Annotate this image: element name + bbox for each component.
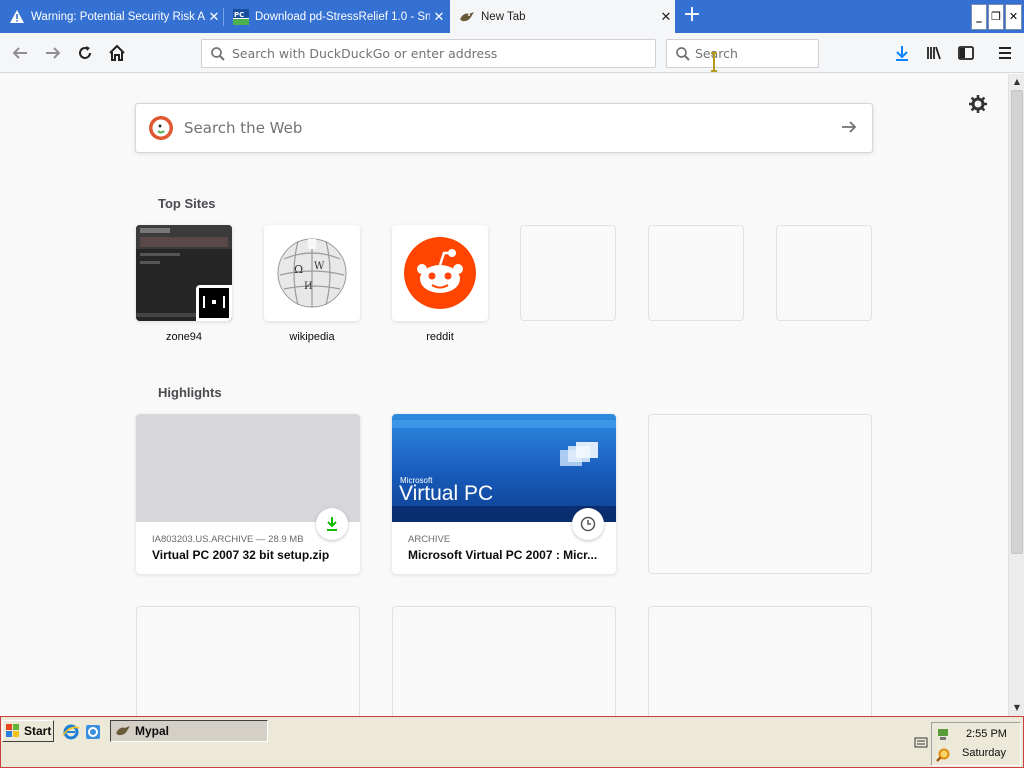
windows-taskbar: Start Mypal 2:55 PM Saturday bbox=[0, 716, 1024, 768]
search-icon bbox=[210, 46, 226, 62]
svg-text:Ω: Ω bbox=[294, 263, 303, 276]
restore-window-button[interactable]: ❐ bbox=[988, 4, 1004, 30]
start-button[interactable]: Start bbox=[2, 720, 54, 742]
back-button[interactable] bbox=[6, 39, 34, 67]
downloads-button[interactable] bbox=[888, 39, 916, 67]
close-tab-icon[interactable]: ✕ bbox=[657, 9, 675, 25]
top-site-empty-slot[interactable] bbox=[520, 225, 616, 321]
scroll-up-arrow-icon[interactable]: ▲ bbox=[1009, 74, 1024, 90]
home-button[interactable] bbox=[103, 39, 131, 67]
taskbar-item-label: Mypal bbox=[135, 724, 170, 738]
svg-text:PC: PC bbox=[234, 11, 244, 19]
library-button[interactable] bbox=[920, 39, 948, 67]
download-icon bbox=[316, 508, 348, 540]
warning-icon bbox=[9, 9, 25, 25]
top-site-label: wikipedia bbox=[289, 331, 335, 343]
sidebar-toggle-button[interactable] bbox=[952, 39, 980, 67]
highlight-empty-slot bbox=[392, 606, 616, 716]
url-input[interactable]: Search with DuckDuckGo or enter address bbox=[201, 39, 656, 68]
tab-strip: Warning: Potential Security Risk A ✕ PC … bbox=[0, 0, 1024, 33]
search-tray-icon[interactable] bbox=[935, 747, 951, 766]
highlight-empty-slot bbox=[648, 606, 872, 716]
network-icon[interactable] bbox=[935, 726, 951, 745]
clock-time: 2:55 PM bbox=[966, 728, 1007, 740]
tab-security-warning[interactable]: Warning: Potential Security Risk A ✕ bbox=[0, 0, 223, 33]
top-sites-heading: Top Sites bbox=[158, 196, 216, 211]
top-site-empty-slot[interactable] bbox=[648, 225, 744, 321]
zone94-favicon bbox=[196, 285, 232, 321]
tab-new-tab[interactable]: New Tab ✕ bbox=[450, 0, 675, 33]
new-tab-page: Search the Web Top Sites zone94 Ω W И wi… bbox=[0, 74, 1008, 716]
web-search-placeholder: Search the Web bbox=[184, 119, 303, 137]
highlight-card-microsoft-virtual-pc[interactable]: Microsoft Virtual PC ARCHIVE Microsoft V… bbox=[392, 414, 616, 574]
url-placeholder: Search with DuckDuckGo or enter address bbox=[232, 46, 498, 61]
download-arrow-icon bbox=[896, 46, 908, 61]
taskbar-item-mypal[interactable]: Mypal bbox=[110, 720, 268, 742]
search-icon bbox=[675, 46, 691, 62]
close-tab-icon[interactable]: ✕ bbox=[205, 9, 223, 25]
virtual-pc-thumbnail: Microsoft Virtual PC bbox=[392, 414, 616, 522]
windows-logo-icon bbox=[5, 723, 21, 739]
menu-button[interactable] bbox=[991, 39, 1019, 67]
vertical-scrollbar[interactable]: ▲ ▼ bbox=[1008, 74, 1024, 716]
close-tab-icon[interactable]: ✕ bbox=[430, 9, 448, 25]
top-site-label: zone94 bbox=[165, 331, 203, 343]
forward-arrow-icon bbox=[46, 47, 61, 59]
tab-title: New Tab bbox=[481, 10, 526, 23]
home-icon bbox=[109, 44, 125, 61]
internet-explorer-icon[interactable] bbox=[62, 723, 80, 744]
start-label: Start bbox=[24, 724, 52, 738]
library-icon bbox=[927, 46, 941, 60]
search-submit-arrow-icon[interactable] bbox=[840, 118, 858, 139]
clock-icon bbox=[572, 508, 604, 540]
highlights-heading: Highlights bbox=[158, 385, 222, 400]
card-source: IA803203.US.ARCHIVE — 28.9 MB bbox=[152, 534, 304, 545]
mypal-icon bbox=[115, 723, 131, 739]
web-search-input[interactable]: Search the Web bbox=[135, 103, 873, 153]
highlight-empty-slot bbox=[136, 606, 360, 716]
top-site-reddit[interactable] bbox=[392, 225, 488, 321]
svg-text:И: И bbox=[304, 281, 313, 292]
close-window-button[interactable]: ✕ bbox=[1005, 4, 1022, 30]
top-site-zone94[interactable] bbox=[136, 225, 232, 321]
new-tab-button[interactable]: + bbox=[680, 4, 704, 28]
search-input[interactable]: Search bbox=[666, 39, 819, 68]
navigation-toolbar: Search with DuckDuckGo or enter address … bbox=[0, 33, 1024, 73]
sidebar-icon bbox=[958, 46, 974, 60]
tab-title: Download pd-StressRelief 1.0 - Sn bbox=[255, 10, 430, 23]
hamburger-menu-icon bbox=[999, 47, 1011, 59]
reload-button[interactable] bbox=[71, 39, 99, 67]
wikipedia-globe-icon: Ω W И bbox=[277, 238, 347, 308]
forward-button[interactable] bbox=[39, 39, 67, 67]
desktop-shortcut-icon[interactable] bbox=[84, 723, 102, 744]
tab-download-stressrelief[interactable]: PC Download pd-StressRelief 1.0 - Sn ✕ bbox=[224, 0, 448, 33]
tab-title: Warning: Potential Security Risk A bbox=[31, 10, 205, 23]
minimize-window-button[interactable]: _ bbox=[971, 4, 987, 30]
reddit-alien-icon bbox=[404, 237, 476, 309]
top-site-wikipedia[interactable]: Ω W И bbox=[264, 225, 360, 321]
back-arrow-icon bbox=[12, 47, 27, 59]
card-source: ARCHIVE bbox=[408, 534, 451, 545]
highlight-card-virtual-pc-zip[interactable]: IA803203.US.ARCHIVE — 28.9 MB Virtual PC… bbox=[136, 414, 360, 574]
mypal-icon bbox=[459, 9, 475, 25]
pcwin-icon: PC bbox=[233, 8, 249, 25]
scrollbar-thumb[interactable] bbox=[1011, 90, 1023, 554]
text-cursor-icon bbox=[711, 52, 717, 72]
gear-icon[interactable] bbox=[968, 94, 988, 114]
reload-icon bbox=[79, 46, 91, 59]
card-title: Microsoft Virtual PC 2007 : Micr... bbox=[408, 548, 598, 562]
top-site-empty-slot[interactable] bbox=[776, 225, 872, 321]
highlight-empty-slot bbox=[648, 414, 872, 574]
duckduckgo-icon bbox=[148, 115, 174, 141]
card-thumbnail bbox=[136, 414, 360, 522]
svg-text:W: W bbox=[314, 261, 325, 272]
scroll-down-arrow-icon[interactable]: ▼ bbox=[1009, 700, 1024, 716]
keyboard-icon[interactable] bbox=[914, 736, 928, 751]
top-site-label: reddit bbox=[426, 331, 454, 343]
system-tray: 2:55 PM Saturday bbox=[931, 722, 1021, 766]
card-title: Virtual PC 2007 32 bit setup.zip bbox=[152, 548, 330, 562]
clock-day: Saturday bbox=[962, 747, 1007, 759]
thumbnail-product-text: Virtual PC bbox=[399, 482, 494, 505]
